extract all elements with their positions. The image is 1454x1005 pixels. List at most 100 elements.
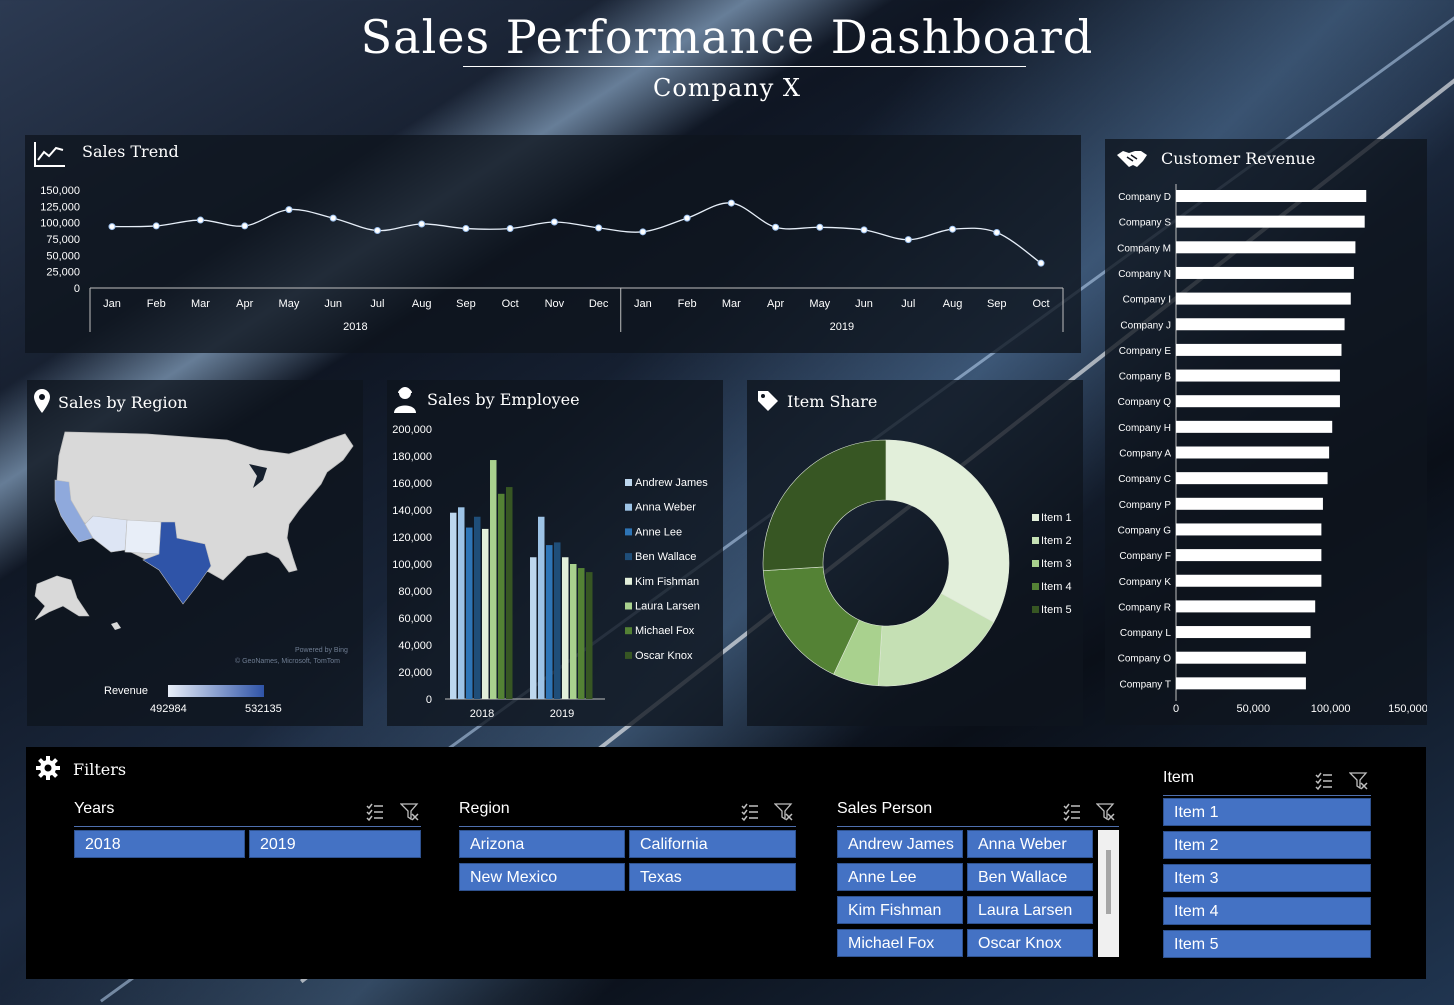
gear-icon (36, 756, 60, 780)
page-subtitle: Company X (653, 74, 801, 102)
y-tick-label: Company R (1118, 602, 1171, 613)
x-tick-label: May (279, 298, 300, 310)
x-tick-label: Sep (987, 298, 1007, 310)
customer-revenue-panel: Customer Revenue Company D Company S Compa… (1105, 139, 1427, 725)
y-tick-label: 80,000 (398, 586, 432, 598)
bar (1176, 266, 1354, 279)
y-tick-label: 25,000 (46, 267, 80, 279)
legend-swatch (625, 602, 632, 610)
multi-select-icon[interactable] (1062, 802, 1082, 822)
region-california-chip[interactable]: California (629, 830, 796, 858)
person-chip[interactable]: Anne Lee (837, 863, 963, 891)
data-point (373, 227, 381, 235)
y-tick-label: 50,000 (46, 250, 80, 262)
us-region-map (34, 431, 354, 630)
bar (1176, 651, 1306, 664)
item-chip[interactable]: Item 2 (1163, 831, 1371, 859)
x-tick-label: Jul (901, 298, 915, 310)
data-point (904, 236, 912, 244)
clear-filter-icon[interactable] (1096, 802, 1116, 822)
bar (466, 527, 473, 699)
y-tick-label: 140,000 (392, 505, 432, 517)
bar (482, 528, 489, 699)
legend-swatch (1032, 583, 1039, 590)
bar (570, 564, 577, 699)
bar (1176, 574, 1322, 587)
customer-revenue-chart: Company D Company S Company M Company N Comp… (1117, 184, 1427, 715)
person-chip[interactable]: Kim Fishman (837, 896, 963, 924)
x-group-label: 2019 (830, 321, 854, 333)
y-tick-label: 150,000 (40, 185, 80, 197)
region-texas-chip[interactable]: Texas (629, 863, 796, 891)
x-tick-label: 0 (1173, 703, 1179, 715)
clear-filter-icon[interactable] (1349, 771, 1369, 791)
legend-label: Item 2 (1041, 535, 1072, 547)
multi-select-icon[interactable] (740, 802, 760, 822)
legend-label: Revenue (104, 685, 149, 697)
bar (1176, 215, 1365, 228)
data-point (727, 199, 735, 207)
sales-trend-panel: Sales Trend 150,000 125,000 100,000 75,000 5… (25, 135, 1081, 353)
data-point (108, 223, 116, 231)
person-chip[interactable]: Andrew James (837, 830, 963, 858)
person-chip[interactable]: Ben Wallace (967, 863, 1093, 891)
panel-title: Sales by Region (58, 393, 188, 412)
region-new-mexico-chip[interactable]: New Mexico (459, 863, 625, 891)
x-tick-label: Apr (236, 298, 253, 310)
location-pin-icon (34, 389, 50, 413)
slicer-divider (459, 826, 796, 827)
data-point (816, 223, 824, 231)
x-tick-label: Jan (634, 298, 652, 310)
slicer-scrollbar[interactable] (1098, 830, 1119, 957)
legend-label: Oscar Knox (635, 650, 693, 662)
bar (1176, 420, 1333, 433)
y-tick-label: Company G (1118, 525, 1172, 536)
y-tick-label: Company P (1119, 500, 1172, 511)
y-tick-label: Company J (1120, 320, 1171, 331)
legend-label: Kim Fishman (635, 576, 699, 588)
data-point (993, 228, 1001, 236)
bar (1176, 600, 1316, 613)
legend-swatch (625, 528, 632, 536)
data-point (462, 225, 470, 233)
year-2019-chip[interactable]: 2019 (249, 830, 421, 858)
state-hawaii (111, 622, 121, 630)
sales-by-employee-chart: 200,000 180,000 160,000 140,000 120,000 100,0… (392, 424, 708, 720)
person-chip[interactable]: Laura Larsen (967, 896, 1093, 924)
item-chip[interactable]: Item 5 (1163, 930, 1371, 958)
clear-filter-icon[interactable] (774, 802, 794, 822)
x-tick-label: 100,000 (1311, 703, 1351, 715)
item-chip[interactable]: Item 3 (1163, 864, 1371, 892)
item-chip[interactable]: Item 4 (1163, 897, 1371, 925)
clear-filter-icon[interactable] (400, 802, 420, 822)
multi-select-icon[interactable] (365, 802, 385, 822)
data-point (639, 228, 647, 236)
bar (474, 516, 481, 699)
year-2018-chip[interactable]: 2018 (74, 830, 245, 858)
bar (546, 545, 553, 699)
slicer-divider (74, 826, 421, 827)
person-chip[interactable]: Oscar Knox (967, 929, 1093, 957)
sales-by-region-panel: Sales by Region Powered by Bing © GeoNam… (27, 380, 363, 726)
state-new-mexico (124, 519, 162, 555)
person-chip[interactable]: Anna Weber (967, 830, 1093, 858)
legend-label: Item 3 (1041, 558, 1072, 570)
x-tick-label: Feb (678, 298, 697, 310)
region-arizona-chip[interactable]: Arizona (459, 830, 625, 858)
person-chip[interactable]: Michael Fox (837, 929, 963, 957)
scrollbar-thumb[interactable] (1106, 850, 1111, 914)
y-tick-label: 40,000 (398, 640, 432, 652)
bar (1176, 446, 1330, 459)
legend-label: Item 4 (1041, 581, 1072, 593)
item-chip[interactable]: Item 1 (1163, 798, 1371, 826)
slicer-divider (837, 826, 1119, 827)
multi-select-icon[interactable] (1314, 771, 1334, 791)
revenue-gradient-legend (168, 685, 264, 697)
y-tick-label: 100,000 (392, 559, 432, 571)
x-tick-label: 50,000 (1237, 703, 1271, 715)
y-tick-label: 60,000 (398, 613, 432, 625)
state-arizona (84, 515, 128, 553)
bar (490, 460, 497, 699)
legend-swatch (1032, 514, 1039, 521)
bar (1176, 190, 1367, 202)
